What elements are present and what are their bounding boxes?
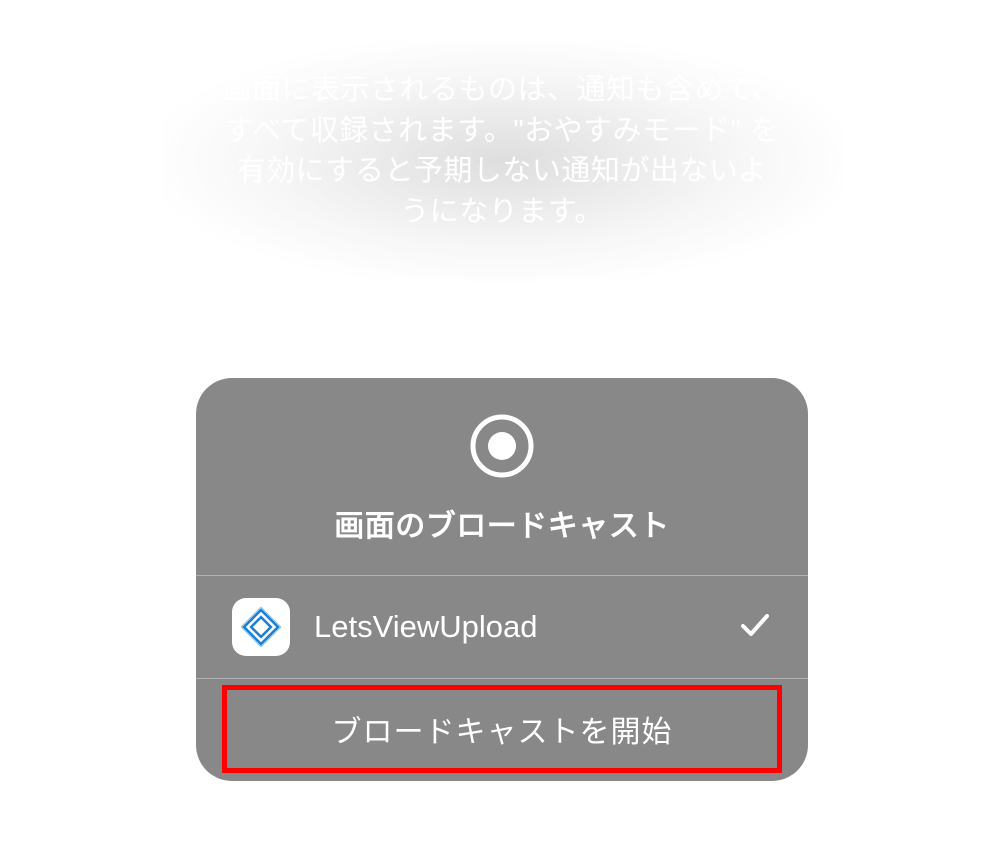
broadcast-panel: 画面のブロードキャスト LetsViewUpload ブロードキャストを開始 — [196, 378, 808, 781]
start-broadcast-button[interactable]: ブロードキャストを開始 — [222, 687, 782, 771]
start-button-wrapper: ブロードキャストを開始 — [196, 679, 808, 781]
letsview-app-icon — [232, 598, 290, 656]
check-icon — [738, 608, 772, 647]
info-text-container: 画面に表示されるものは、通知も含めて、すべて収録されます。"おやすみモード" を… — [222, 70, 782, 232]
panel-title: 画面のブロードキャスト — [216, 501, 788, 545]
app-name: LetsViewUpload — [314, 609, 714, 645]
app-row[interactable]: LetsViewUpload — [196, 576, 808, 678]
info-text: 画面に表示されるものは、通知も含めて、すべて収録されます。"おやすみモード" を… — [222, 70, 782, 232]
record-icon — [470, 414, 534, 483]
panel-header: 画面のブロードキャスト — [196, 378, 808, 575]
